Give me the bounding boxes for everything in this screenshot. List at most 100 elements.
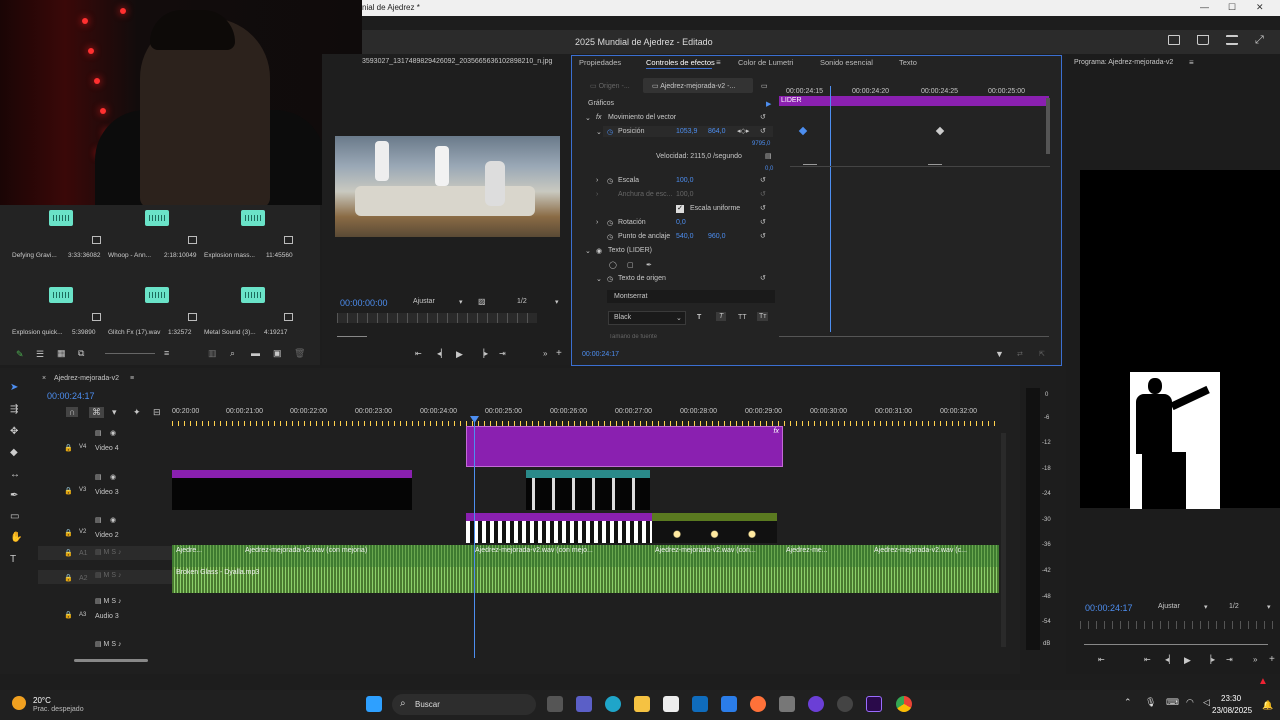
sort-icon[interactable]: ≡ <box>164 348 169 358</box>
lock-icon[interactable]: 🔒 <box>64 574 73 582</box>
source-zoom-bar[interactable] <box>337 336 367 337</box>
program-resolution-select[interactable]: 1/2 <box>1229 603 1239 610</box>
timeline-vscrollbar[interactable] <box>1001 433 1006 647</box>
clock-time[interactable]: 23:30 <box>1221 694 1241 703</box>
chrome-icon[interactable] <box>896 696 912 712</box>
audio-item[interactable]: Whoop - Ann... 2:18:10049 <box>108 210 208 270</box>
pencil-icon[interactable]: ✎ <box>16 349 24 360</box>
new-bin-icon[interactable]: ▬ <box>251 348 260 358</box>
play-icon[interactable]: ▶ <box>1184 655 1191 666</box>
eye-icon[interactable]: ◉ <box>110 473 116 481</box>
list-view-icon[interactable]: ☰ <box>36 349 44 360</box>
program-zoom-select[interactable]: Ajustar <box>1158 603 1180 610</box>
video-clip-lider[interactable]: fx <box>466 426 783 467</box>
chevron-down-icon[interactable]: ▾ <box>1204 603 1208 611</box>
tab-menu-icon[interactable]: ≡ <box>1189 58 1194 67</box>
anchor-y-value[interactable]: 960,0 <box>708 233 726 240</box>
icon-view-icon[interactable]: ▦ <box>57 348 66 359</box>
lock-icon[interactable]: 🔒 <box>64 549 73 557</box>
find-icon[interactable]: ⌕ <box>230 348 235 359</box>
warning-icon[interactable]: ▲ <box>1258 676 1268 687</box>
program-scrubber[interactable] <box>1080 621 1274 629</box>
clock-date[interactable]: 23/08/2025 <box>1212 706 1252 715</box>
video-clip-silhouettes[interactable] <box>526 478 650 510</box>
film-icon[interactable]: ▤ <box>95 516 102 524</box>
tray-chevron-icon[interactable]: ⌃ <box>1124 697 1132 708</box>
track-select-icon[interactable]: ⇶ <box>10 404 24 415</box>
premiere-icon[interactable] <box>866 696 882 712</box>
small-caps-icon[interactable]: Tт <box>757 312 769 321</box>
stopwatch-icon[interactable]: ◷ <box>607 128 613 136</box>
prev-keyframe-icon[interactable]: ◂◇▸ <box>737 127 749 135</box>
file-explorer-icon[interactable] <box>634 696 650 712</box>
ec-timecode[interactable]: 00:00:24:17 <box>582 351 619 358</box>
mark-in-icon[interactable]: ⇤ <box>1098 655 1105 664</box>
reset-icon[interactable]: ↺ <box>760 232 766 240</box>
fx-icon[interactable]: fx <box>596 114 601 121</box>
reset-icon[interactable]: ↺ <box>760 113 766 121</box>
step-forward-icon[interactable]: ▕▸ <box>1205 655 1215 664</box>
marker-icon[interactable]: ▾ <box>112 407 117 418</box>
font-style-select[interactable]: Black <box>614 314 631 321</box>
expand-chevron-icon[interactable]: › <box>596 177 598 184</box>
eye-icon[interactable]: ◉ <box>110 516 116 524</box>
weather-desc[interactable]: Prac. despejado <box>33 706 84 713</box>
eye-icon[interactable]: ◉ <box>596 247 602 255</box>
step-back-icon[interactable]: ◂▏ <box>1165 655 1175 664</box>
audio-item[interactable]: Metal Sound (3)... 4:19217 <box>204 287 304 347</box>
mark-out-icon[interactable]: ⇥ <box>499 349 506 358</box>
stopwatch-icon[interactable]: ◷ <box>607 275 613 283</box>
ellipse-mask-icon[interactable]: ◯ <box>609 261 617 269</box>
pen-mask-icon[interactable]: ✒ <box>646 261 652 269</box>
mute-icon[interactable]: ▤ M S ♪ <box>95 571 121 579</box>
position-y-value[interactable]: 864,0 <box>708 128 726 135</box>
video-clip[interactable] <box>652 513 777 521</box>
audio-item[interactable]: Explosion mass... 11:45560 <box>204 210 304 270</box>
volume-icon[interactable]: ◁ <box>1203 697 1210 708</box>
play-icon[interactable]: ▶ <box>456 349 463 360</box>
weather-temp[interactable]: 20°C <box>33 696 51 705</box>
source-scrubber[interactable] <box>337 313 537 323</box>
origin-select[interactable]: ▭ Origen -... <box>590 82 630 90</box>
position-x-value[interactable]: 1053,9 <box>676 128 697 135</box>
fullscreen-icon[interactable]: ⤢ <box>1255 34 1264 47</box>
tab-menu-icon[interactable]: ≡ <box>130 375 134 382</box>
delete-icon[interactable]: 🗑 <box>294 348 305 359</box>
step-back-icon[interactable]: ◂▏ <box>437 349 447 358</box>
mute-icon[interactable]: ▤ M S ♪ <box>95 640 121 648</box>
maximize-icon[interactable]: ☐ <box>1228 2 1236 13</box>
chevron-down-icon[interactable]: ▾ <box>1267 603 1271 611</box>
close-icon[interactable]: ✕ <box>1256 2 1264 13</box>
windows-start-icon[interactable] <box>366 696 382 712</box>
teams-icon[interactable] <box>576 696 592 712</box>
edge-icon[interactable] <box>605 696 621 712</box>
expand-chevron-icon[interactable]: › <box>596 191 598 198</box>
lock-icon[interactable]: 🔒 <box>64 444 73 452</box>
italic-icon[interactable]: T <box>716 312 727 321</box>
automate-icon[interactable]: ▥ <box>208 348 217 359</box>
collapse-chevron-icon[interactable]: ⌄ <box>596 275 602 283</box>
mark-in-icon[interactable]: ⇤ <box>415 349 422 358</box>
rotation-value[interactable]: 0,0 <box>676 219 686 226</box>
sequence-tab[interactable]: Ajedrez-mejorada-v2 <box>54 375 119 382</box>
video-clip-stripes[interactable] <box>466 521 652 543</box>
lock-icon[interactable]: 🔒 <box>64 487 73 495</box>
tab-essential-sound[interactable]: Sonido esencial <box>820 58 873 67</box>
type-tool-icon[interactable]: T <box>10 554 24 565</box>
sequence-select[interactable]: ▭ Ajedrez-mejorada-v2 -... <box>652 82 735 90</box>
snap-icon[interactable]: ∩ <box>66 407 79 417</box>
pen-tool-icon[interactable]: ✒ <box>10 490 24 501</box>
store-icon[interactable] <box>663 696 679 712</box>
audio-clip-a2[interactable] <box>172 567 999 593</box>
ec-zoom-bar[interactable] <box>779 336 1049 337</box>
obs-icon[interactable] <box>808 696 824 712</box>
linked-selection-icon[interactable]: ⌘ <box>89 407 104 418</box>
app-icon[interactable] <box>779 696 795 712</box>
bold-icon[interactable]: T <box>697 314 701 321</box>
chevron-down-icon[interactable]: ▾ <box>555 298 559 306</box>
add-icon[interactable]: + <box>556 348 562 359</box>
minimize-icon[interactable]: — <box>1200 2 1209 12</box>
audio-item[interactable]: Glitch Fx (17).wav 1:32572 <box>108 287 208 347</box>
ec-playhead[interactable] <box>830 86 831 332</box>
selection-tool-icon[interactable]: ➤ <box>10 382 24 393</box>
